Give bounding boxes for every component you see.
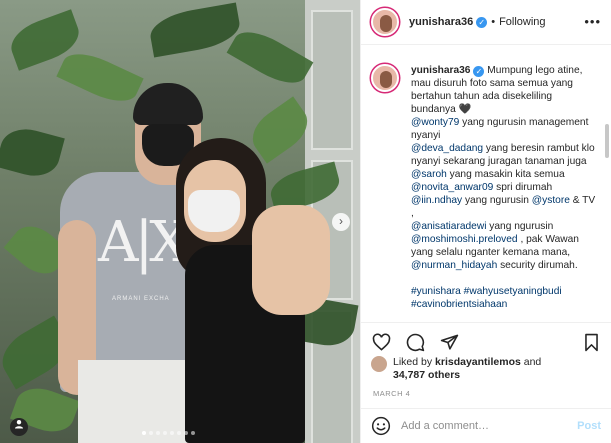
bookmark-glyph (584, 333, 598, 352)
share-icon[interactable] (439, 333, 459, 353)
carousel-dot (142, 431, 146, 435)
mention-link[interactable]: @nurman_hidayah (411, 260, 497, 271)
comment-input[interactable] (401, 420, 561, 432)
caption-line: security dirumah. (497, 260, 578, 271)
mention-link[interactable]: @deva_dadang (411, 143, 483, 154)
emoji-icon[interactable] (371, 416, 391, 436)
avatar[interactable] (371, 64, 399, 92)
caption-line: spri dirumah (493, 182, 553, 193)
username-link[interactable]: yunishara36 (409, 16, 473, 28)
caption-line: yang ngurusin (486, 221, 554, 232)
mention-link[interactable]: @wonty79 (411, 117, 459, 128)
white-face-mask (188, 190, 240, 232)
verified-badge-icon: ✓ (473, 66, 485, 77)
caption-area: yunishara36 ✓ Mumpung lego atine, mau dis… (361, 46, 611, 322)
foliage (56, 44, 144, 111)
comment-glyph (406, 333, 424, 352)
likes-summary: Liked by krisdayantilemos and 34,787 oth… (371, 356, 606, 382)
mention-link[interactable]: @iin.ndhay (411, 195, 462, 206)
carousel-dot (163, 431, 167, 435)
post-side-panel: yunishara36 ✓ • Following ••• yunishara3… (360, 0, 611, 443)
carousel-dot (149, 431, 153, 435)
caption-scrollbar[interactable] (605, 124, 609, 158)
mention-link[interactable]: @ystore (532, 195, 570, 206)
caption-username[interactable]: yunishara36 (411, 65, 470, 76)
mention-link[interactable]: @moshimoshi.preloved (411, 234, 518, 245)
caption-text: yunishara36 ✓ Mumpung lego atine, mau dis… (411, 64, 599, 322)
likes-mid: and (520, 356, 542, 368)
carousel-dots (142, 431, 195, 435)
carousel-dot (184, 431, 188, 435)
comment-icon[interactable] (405, 333, 425, 353)
next-photo-button[interactable]: › (332, 213, 350, 231)
following-button[interactable]: Following (499, 16, 545, 28)
window-pane (311, 10, 353, 150)
caption-line: yang ngurusin (462, 195, 532, 206)
heart-icon[interactable] (371, 333, 391, 353)
shirt-logo-subtext: ARMANI EXCHA (112, 296, 170, 302)
emoji-glyph (371, 416, 391, 436)
user-tag-icon[interactable] (10, 418, 28, 436)
more-options-icon[interactable]: ••• (584, 14, 601, 29)
foliage (0, 123, 65, 182)
carousel-dot (170, 431, 174, 435)
heart-glyph (372, 333, 390, 351)
separator: • (491, 16, 496, 28)
post-comment-button[interactable]: Post (577, 420, 601, 432)
avatar[interactable] (371, 8, 399, 36)
user-tag-glyph (15, 420, 23, 429)
caption-line: yang masakin kita semua (446, 169, 565, 180)
mention-link[interactable]: @novita_anwar09 (411, 182, 493, 193)
likes-prefix: Liked by (393, 356, 436, 368)
post-photo[interactable]: A|X ARMANI EXCHA › (0, 0, 360, 443)
person-woman-arm (252, 205, 330, 315)
post-date[interactable]: MARCH 4 (373, 389, 410, 398)
bookmark-icon[interactable] (581, 333, 601, 353)
mention-link[interactable]: @anisatiaradewi (411, 221, 486, 232)
beanie (133, 83, 203, 125)
verified-badge-icon: ✓ (476, 16, 488, 28)
comment-bar: Post (361, 408, 611, 443)
shirt-logo: A|X (98, 210, 189, 275)
likes-count[interactable]: 34,787 others (393, 369, 460, 381)
carousel-dot (191, 431, 195, 435)
post-header: yunishara36 ✓ • Following ••• (361, 0, 611, 45)
mention-link[interactable]: @saroh (411, 169, 447, 180)
carousel-dot (177, 431, 181, 435)
share-glyph (440, 334, 458, 350)
liker-username[interactable]: krisdayantilemos (435, 356, 521, 368)
carousel-dot (156, 431, 160, 435)
hashtag-links[interactable]: #yunishara #wahyusetyaningbudi #cavinobr… (411, 286, 562, 310)
liker-avatar[interactable] (371, 356, 387, 372)
foliage (226, 22, 314, 93)
